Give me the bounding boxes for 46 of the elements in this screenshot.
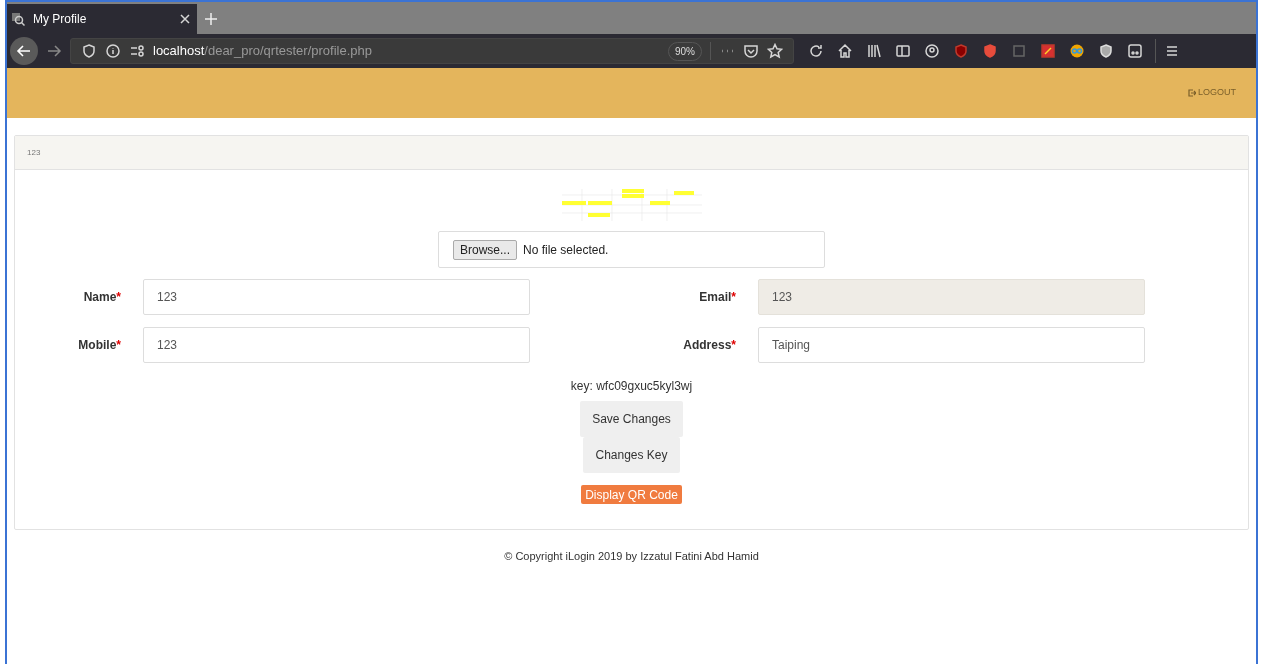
back-arrow-icon <box>16 43 32 59</box>
wand-icon[interactable] <box>1040 43 1056 59</box>
address-bar[interactable]: localhost/dear_pro/qrtester/profile.php 90% <box>70 38 794 64</box>
footer-text: © Copyright iLogin 2019 by Izzatul Fatini Abd Hamid <box>504 549 759 564</box>
glasses-icon[interactable] <box>1069 43 1085 59</box>
library-icon[interactable] <box>866 43 882 59</box>
panel-title: 123 <box>27 146 41 159</box>
logout-icon <box>1188 89 1196 97</box>
account-icon[interactable] <box>924 43 940 59</box>
file-status: No file selected. <box>523 241 609 259</box>
shield-icon[interactable] <box>81 43 97 59</box>
action-button[interactable]: Save Changes <box>580 401 683 437</box>
action-button[interactable]: Changes Key <box>583 437 680 473</box>
shield-extension-icon[interactable] <box>953 43 969 59</box>
required-mark: * <box>731 337 736 354</box>
required-mark: * <box>731 289 736 306</box>
check-shield-icon[interactable] <box>1098 43 1114 59</box>
input-field[interactable]: 123 <box>143 327 530 363</box>
input-field[interactable]: Taiping <box>758 327 1145 363</box>
key-text: key: wfc09gxuc5kyl3wj <box>570 378 693 395</box>
field-label: Mobile <box>78 337 117 354</box>
reload-icon[interactable] <box>808 43 824 59</box>
field-label: Email <box>699 289 732 306</box>
file-upload-field[interactable]: Browse... No file selected. <box>438 231 825 268</box>
info-icon[interactable] <box>105 43 121 59</box>
required-mark: * <box>116 337 121 354</box>
field-label: Name <box>83 289 117 306</box>
required-mark: * <box>116 289 121 306</box>
lock-shield-icon[interactable] <box>982 43 998 59</box>
forward-arrow-icon[interactable] <box>46 43 62 59</box>
back-button[interactable] <box>10 37 38 65</box>
field-label: Address <box>683 337 732 354</box>
tab-icon[interactable] <box>1127 43 1143 59</box>
browse-button[interactable]: Browse... <box>453 239 517 260</box>
url-text: localhost/dear_pro/qrtester/profile.php <box>153 42 373 61</box>
star-icon[interactable] <box>767 43 783 59</box>
input-field[interactable]: 123 <box>143 279 530 315</box>
home-icon[interactable] <box>837 43 853 59</box>
browser-tab[interactable]: My Profile <box>7 4 197 34</box>
new-tab-icon[interactable] <box>203 11 219 27</box>
menu-icon[interactable] <box>1164 43 1180 59</box>
permissions-icon[interactable] <box>129 43 145 59</box>
page-icon <box>11 12 25 26</box>
tab-title: My Profile <box>33 11 88 28</box>
sidebar-icon[interactable] <box>895 43 911 59</box>
pocket-icon[interactable] <box>743 43 759 59</box>
